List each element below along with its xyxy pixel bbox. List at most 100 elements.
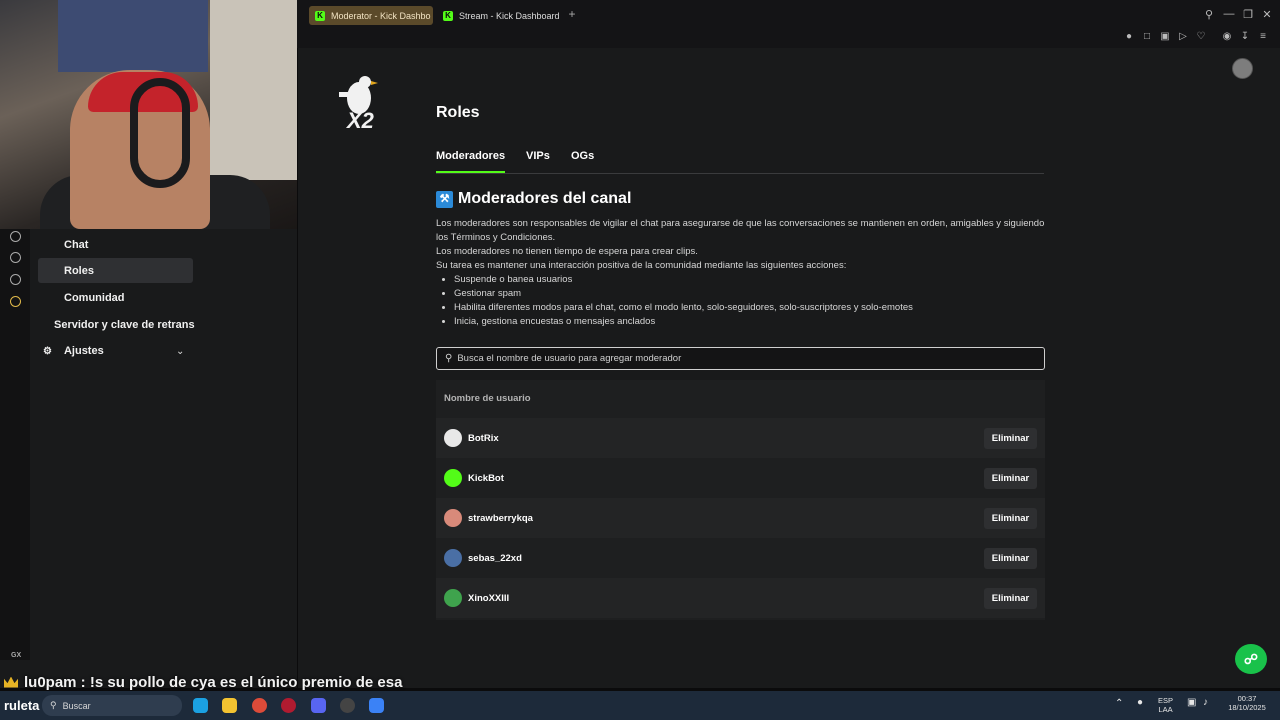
- screen: K Moderator - Kick Dashbo K Stream - Kic…: [0, 0, 1280, 720]
- eliminar-button[interactable]: Eliminar: [984, 468, 1037, 489]
- moderators-description: Los moderadores son responsables de vigi…: [436, 217, 1046, 329]
- description-paragraph: Los moderadores no tienen tiempo de espe…: [436, 246, 698, 257]
- kick-logo-icon: K: [315, 10, 325, 21]
- username[interactable]: KickBot: [468, 473, 504, 484]
- kick-logo-icon: K: [443, 10, 453, 21]
- tab-moderator[interactable]: K Moderator - Kick Dashbo: [309, 6, 433, 25]
- username[interactable]: BotRix: [468, 433, 499, 444]
- wall-background: [210, 0, 297, 180]
- download-icon[interactable]: ↧: [1239, 31, 1251, 43]
- sidebar-item-label: Ajustes: [63, 345, 104, 357]
- language-indicator[interactable]: ESP LAA: [1158, 696, 1173, 714]
- avatar: [444, 469, 462, 487]
- roles-tabs: Moderadores VIPs OGs: [436, 150, 1044, 174]
- heart-icon[interactable]: ♡: [1195, 31, 1207, 43]
- table-row: XinoXXIII Eliminar: [436, 578, 1045, 618]
- clock-time: 00:37: [1237, 694, 1257, 703]
- icon-rail: [0, 229, 30, 660]
- list-item: Gestionar spam: [454, 287, 1046, 301]
- taskbar-search-label: Buscar: [62, 700, 91, 711]
- username[interactable]: XinoXXIII: [468, 593, 509, 604]
- sidebar-item-label: Chat: [64, 239, 89, 251]
- username[interactable]: sebas_22xd: [468, 553, 522, 564]
- list-item: Inicia, gestiona encuestas o mensajes an…: [454, 315, 1046, 329]
- play-icon[interactable]: ▷: [1177, 31, 1189, 43]
- help-chat-icon[interactable]: ☍: [1235, 644, 1267, 674]
- new-tab-button[interactable]: +: [566, 8, 578, 21]
- sidebar-item-label: Comunidad: [64, 292, 125, 304]
- search-icon: ⚲: [445, 353, 453, 364]
- list-item: Suspende o banea usuarios: [454, 273, 1046, 287]
- sidebar-item-roles[interactable]: Roles: [38, 258, 193, 283]
- close-icon[interactable]: ✕: [1260, 8, 1274, 21]
- edge-icon[interactable]: [193, 698, 208, 713]
- chrome-icon[interactable]: [252, 698, 267, 713]
- obs-icon[interactable]: [340, 698, 355, 713]
- network-icon[interactable]: ▣: [1187, 698, 1196, 708]
- section-title: Moderadores del canal: [458, 190, 632, 207]
- tab-ogs[interactable]: OGs: [571, 150, 594, 162]
- stream-chat-overlay: lu0pam : !s su pollo de cya es el único …: [0, 673, 1280, 691]
- avatar[interactable]: [1232, 58, 1253, 79]
- app-icon[interactable]: [369, 698, 384, 713]
- avatar: [444, 549, 462, 567]
- table-row: strawberrykqa Eliminar: [436, 498, 1045, 538]
- taskbar-brand: ruleta: [4, 698, 40, 713]
- clock-icon[interactable]: [10, 252, 21, 263]
- minimize-icon[interactable]: —: [1222, 8, 1236, 20]
- tab-stream[interactable]: K Stream - Kick Dashboard: [437, 6, 562, 25]
- chat-message: lu0pam : !s su pollo de cya es el único …: [24, 673, 403, 691]
- sidebar-item-servidor[interactable]: Servidor y clave de retrans: [54, 318, 195, 332]
- moderators-table: Nombre de usuario BotRix Eliminar KickBo…: [436, 380, 1045, 620]
- play-circle-icon[interactable]: [10, 231, 21, 242]
- tab-moderadores[interactable]: Moderadores: [436, 150, 505, 162]
- description-paragraph: Los moderadores son responsables de vigi…: [436, 218, 1045, 243]
- chevron-down-icon[interactable]: ⌄: [176, 346, 188, 357]
- username[interactable]: strawberrykqa: [468, 513, 533, 524]
- restore-icon[interactable]: ❐: [1241, 8, 1255, 21]
- search-input[interactable]: Busca el nombre de usuario para agregar …: [457, 353, 681, 364]
- gear-icon: ⚙: [43, 345, 52, 357]
- eliminar-button[interactable]: Eliminar: [984, 588, 1037, 609]
- taskbar-search[interactable]: ⚲ Buscar: [42, 695, 182, 716]
- microphone-icon[interactable]: ●: [1137, 698, 1143, 708]
- active-tab-indicator: [436, 171, 505, 173]
- volume-icon[interactable]: ♪: [1203, 698, 1208, 708]
- discord-icon[interactable]: [311, 698, 326, 713]
- tab-label: Stream - Kick Dashboard: [459, 10, 560, 21]
- snapshot-icon[interactable]: □: [1141, 31, 1153, 43]
- chevron-up-icon[interactable]: ⌃: [1115, 699, 1123, 709]
- settings-gear-icon[interactable]: [10, 296, 21, 307]
- opera-icon[interactable]: [281, 698, 296, 713]
- tab-vips[interactable]: VIPs: [526, 150, 550, 162]
- menu-icon[interactable]: ≡: [1257, 31, 1269, 43]
- windows-taskbar: ruleta ⚲ Buscar ⌃ ● ESP LAA ▣ ♪ 00:37 18…: [0, 691, 1280, 720]
- sidebar-item-ajustes[interactable]: ⚙ Ajustes: [43, 344, 104, 358]
- dashboard-sidebar: [0, 229, 297, 688]
- chat-bubble-icon[interactable]: [10, 274, 21, 285]
- language-sub: LAA: [1158, 705, 1173, 714]
- avatar: [444, 429, 462, 447]
- search-icon[interactable]: ⚲: [1202, 8, 1216, 21]
- table-row: sebas_22xd Eliminar: [436, 538, 1045, 578]
- pin-icon[interactable]: ●: [1123, 31, 1135, 43]
- account-icon[interactable]: ◉: [1221, 31, 1233, 43]
- search-icon: ⚲: [50, 700, 57, 710]
- add-moderator-search[interactable]: ⚲ Busca el nombre de usuario para agrega…: [436, 347, 1045, 370]
- eliminar-button[interactable]: Eliminar: [984, 548, 1037, 569]
- table-row: KickBot Eliminar: [436, 458, 1045, 498]
- sidebar-item-chat[interactable]: Chat: [64, 238, 88, 252]
- page-title: Roles: [436, 104, 480, 121]
- list-item: Habilita diferentes modos para el chat, …: [454, 301, 1046, 315]
- sidebar-item-comunidad[interactable]: Comunidad: [64, 291, 125, 305]
- table-header: Nombre de usuario: [444, 393, 531, 404]
- clock[interactable]: 00:37 18/10/2025: [1224, 694, 1270, 712]
- tab-label: Moderator - Kick Dashbo: [331, 10, 431, 21]
- eliminar-button[interactable]: Eliminar: [984, 428, 1037, 449]
- shield-icon[interactable]: ▣: [1159, 31, 1171, 43]
- avatar: [444, 509, 462, 527]
- eliminar-button[interactable]: Eliminar: [984, 508, 1037, 529]
- table-row: BotRix Eliminar: [436, 418, 1045, 458]
- folder-icon[interactable]: [222, 698, 237, 713]
- webcam-overlay: [0, 0, 297, 229]
